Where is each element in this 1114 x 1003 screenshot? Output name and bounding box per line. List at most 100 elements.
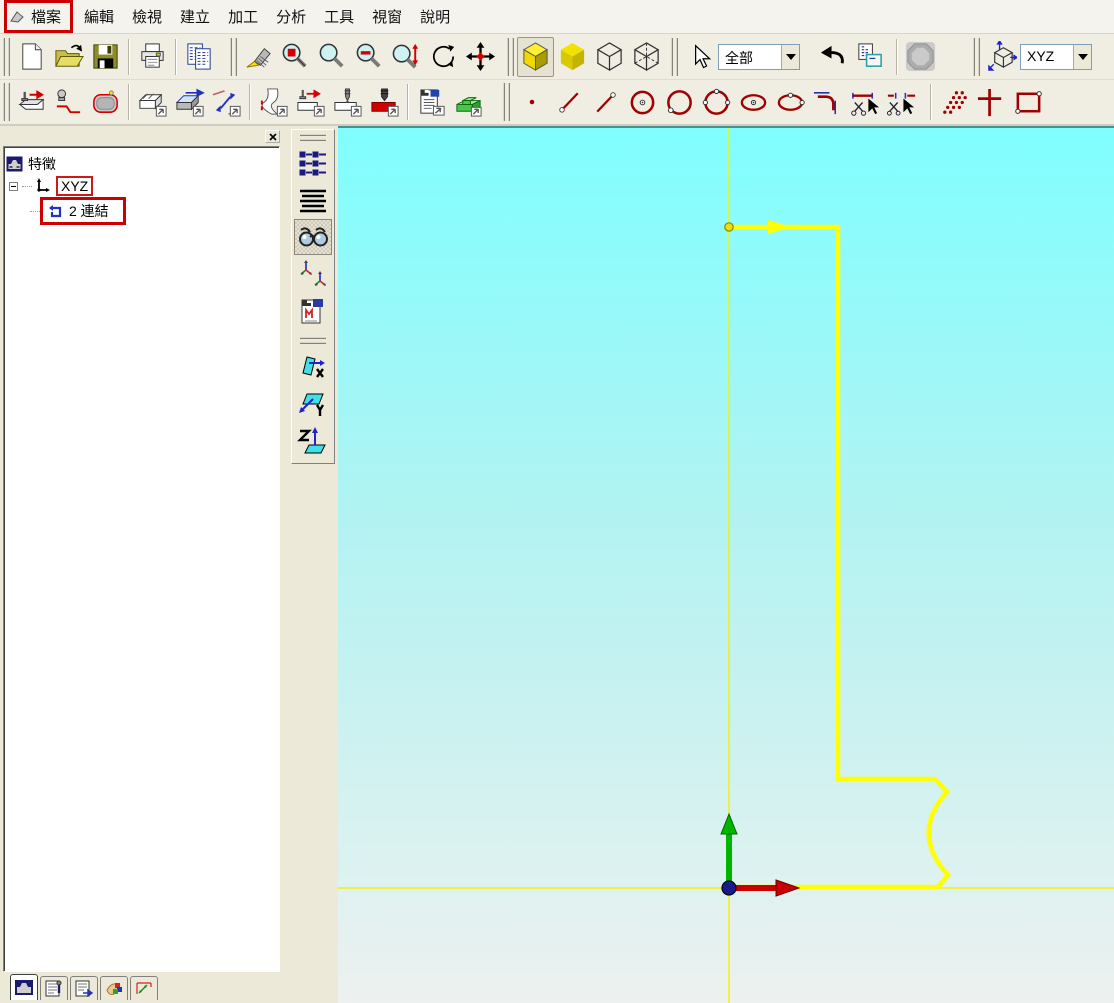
tool-path-button[interactable] bbox=[292, 82, 329, 122]
ellipse-center-button[interactable] bbox=[735, 82, 772, 122]
report-doc-button[interactable] bbox=[294, 293, 332, 329]
hidden-line-button[interactable] bbox=[628, 37, 665, 77]
shade-solid-button[interactable] bbox=[517, 37, 554, 77]
tab-operations[interactable] bbox=[40, 976, 68, 1000]
toolbar-grip[interactable] bbox=[3, 83, 10, 121]
menu-view[interactable]: 檢視 bbox=[123, 2, 171, 31]
tab-steps[interactable] bbox=[70, 976, 98, 1000]
collapse-toggle[interactable] bbox=[9, 182, 18, 191]
open-file-button[interactable] bbox=[50, 37, 87, 77]
zoom-out-button[interactable] bbox=[351, 37, 388, 77]
toolbar-grip[interactable] bbox=[973, 38, 980, 76]
line-endpoint-button[interactable] bbox=[587, 82, 624, 122]
tree-node-link[interactable]: 2 連結 bbox=[6, 197, 277, 225]
tap-button[interactable] bbox=[366, 82, 403, 122]
circle-center-button[interactable] bbox=[624, 82, 661, 122]
glasses-button[interactable] bbox=[294, 219, 332, 255]
flowline-button[interactable] bbox=[255, 82, 292, 122]
cross-hatch-button[interactable] bbox=[973, 82, 1010, 122]
surface-finish-button[interactable] bbox=[171, 82, 208, 122]
side-toolbar-box bbox=[291, 129, 335, 464]
toolbar-grip[interactable] bbox=[300, 134, 326, 141]
tab-features[interactable] bbox=[10, 974, 38, 1000]
materials-tab-icon bbox=[104, 980, 124, 997]
toolbar-grip[interactable] bbox=[503, 83, 510, 121]
operation-sheet-button[interactable] bbox=[413, 82, 450, 122]
wireframe-button[interactable] bbox=[591, 37, 628, 77]
toolbar-grip[interactable] bbox=[507, 38, 514, 76]
tree-node-xyz[interactable]: XYZ bbox=[6, 175, 277, 197]
circle-points-button[interactable] bbox=[698, 82, 735, 122]
divide-button[interactable] bbox=[883, 82, 920, 122]
toolbar-separator bbox=[930, 84, 932, 120]
toolbar-grip[interactable] bbox=[300, 337, 326, 344]
panel-close-button[interactable] bbox=[265, 130, 280, 143]
surface-rough-button[interactable] bbox=[134, 82, 171, 122]
chevron-down-icon[interactable] bbox=[781, 45, 799, 69]
entity-filter-combo[interactable]: 全部 bbox=[718, 44, 800, 70]
dimension-list-button[interactable] bbox=[294, 145, 332, 181]
zoom-button[interactable] bbox=[314, 37, 351, 77]
tab-dimension[interactable] bbox=[130, 976, 158, 1000]
circle-button[interactable] bbox=[661, 82, 698, 122]
verify-solid-button[interactable] bbox=[450, 82, 487, 122]
ellipse-points-button[interactable] bbox=[772, 82, 809, 122]
zoom-dynamic-button[interactable] bbox=[388, 37, 425, 77]
menu-create[interactable]: 建立 bbox=[171, 2, 219, 31]
toolbar-grip[interactable] bbox=[671, 38, 678, 76]
chevron-down-icon[interactable] bbox=[1073, 45, 1091, 69]
tab-materials[interactable] bbox=[100, 976, 128, 1000]
plane-combo[interactable]: XYZ bbox=[1020, 44, 1092, 70]
toolbar-grip[interactable] bbox=[3, 38, 10, 76]
pocket-mill-button[interactable] bbox=[87, 82, 124, 122]
menu-window[interactable]: 視窗 bbox=[363, 2, 411, 31]
zoom-window-button[interactable] bbox=[277, 37, 314, 77]
rectangle-button[interactable] bbox=[1010, 82, 1047, 122]
ruled-surface-button[interactable] bbox=[208, 82, 245, 122]
tree-root-row[interactable]: 特徵 bbox=[6, 153, 277, 175]
repaint-icon bbox=[243, 41, 274, 72]
paste-button[interactable] bbox=[851, 37, 888, 77]
align-lines-icon bbox=[297, 185, 329, 215]
point-button[interactable] bbox=[513, 82, 550, 122]
triad-pair-button[interactable] bbox=[294, 256, 332, 292]
drill-icon bbox=[332, 87, 363, 118]
tree-connector bbox=[22, 186, 32, 187]
align-lines-button[interactable] bbox=[294, 182, 332, 218]
pan-button[interactable] bbox=[462, 37, 499, 77]
trim-button[interactable] bbox=[846, 82, 883, 122]
zoom-dynamic-icon bbox=[391, 41, 422, 72]
tree-node-xyz-label[interactable]: XYZ bbox=[56, 176, 93, 196]
dimension-tab-icon bbox=[134, 980, 154, 997]
print-button[interactable] bbox=[134, 37, 171, 77]
save-file-button[interactable] bbox=[87, 37, 124, 77]
new-file-button[interactable] bbox=[13, 37, 50, 77]
menu-tools[interactable]: 工具 bbox=[315, 2, 363, 31]
rotate-view-button[interactable] bbox=[425, 37, 462, 77]
menu-help[interactable]: 說明 bbox=[411, 2, 459, 31]
plane-selector-button[interactable] bbox=[983, 37, 1020, 77]
menu-machining[interactable]: 加工 bbox=[219, 2, 267, 31]
line-button[interactable] bbox=[550, 82, 587, 122]
select-button[interactable] bbox=[681, 37, 718, 77]
repaint-button[interactable] bbox=[240, 37, 277, 77]
grid-points-button[interactable] bbox=[936, 82, 973, 122]
face-mill-button[interactable] bbox=[13, 82, 50, 122]
tree-node-link-label[interactable]: 2 連結 bbox=[69, 201, 109, 221]
menu-edit[interactable]: 編輯 bbox=[75, 2, 123, 31]
drill-button[interactable] bbox=[329, 82, 366, 122]
contour-mill-button[interactable] bbox=[50, 82, 87, 122]
toolbar-grip[interactable] bbox=[230, 38, 237, 76]
app-logo-icon bbox=[9, 9, 26, 24]
copy-button[interactable] bbox=[181, 37, 218, 77]
drawing-canvas[interactable] bbox=[338, 126, 1114, 1003]
undo-button[interactable] bbox=[814, 37, 851, 77]
plane-y-button[interactable] bbox=[294, 385, 332, 421]
dimension-list-icon bbox=[297, 148, 329, 178]
menu-analysis[interactable]: 分析 bbox=[267, 2, 315, 31]
menu-file[interactable]: 檔案 bbox=[26, 4, 66, 29]
shade-flat-button[interactable] bbox=[554, 37, 591, 77]
plane-x-button[interactable] bbox=[294, 348, 332, 384]
fillet-button[interactable] bbox=[809, 82, 846, 122]
plane-z-button[interactable] bbox=[294, 422, 332, 458]
